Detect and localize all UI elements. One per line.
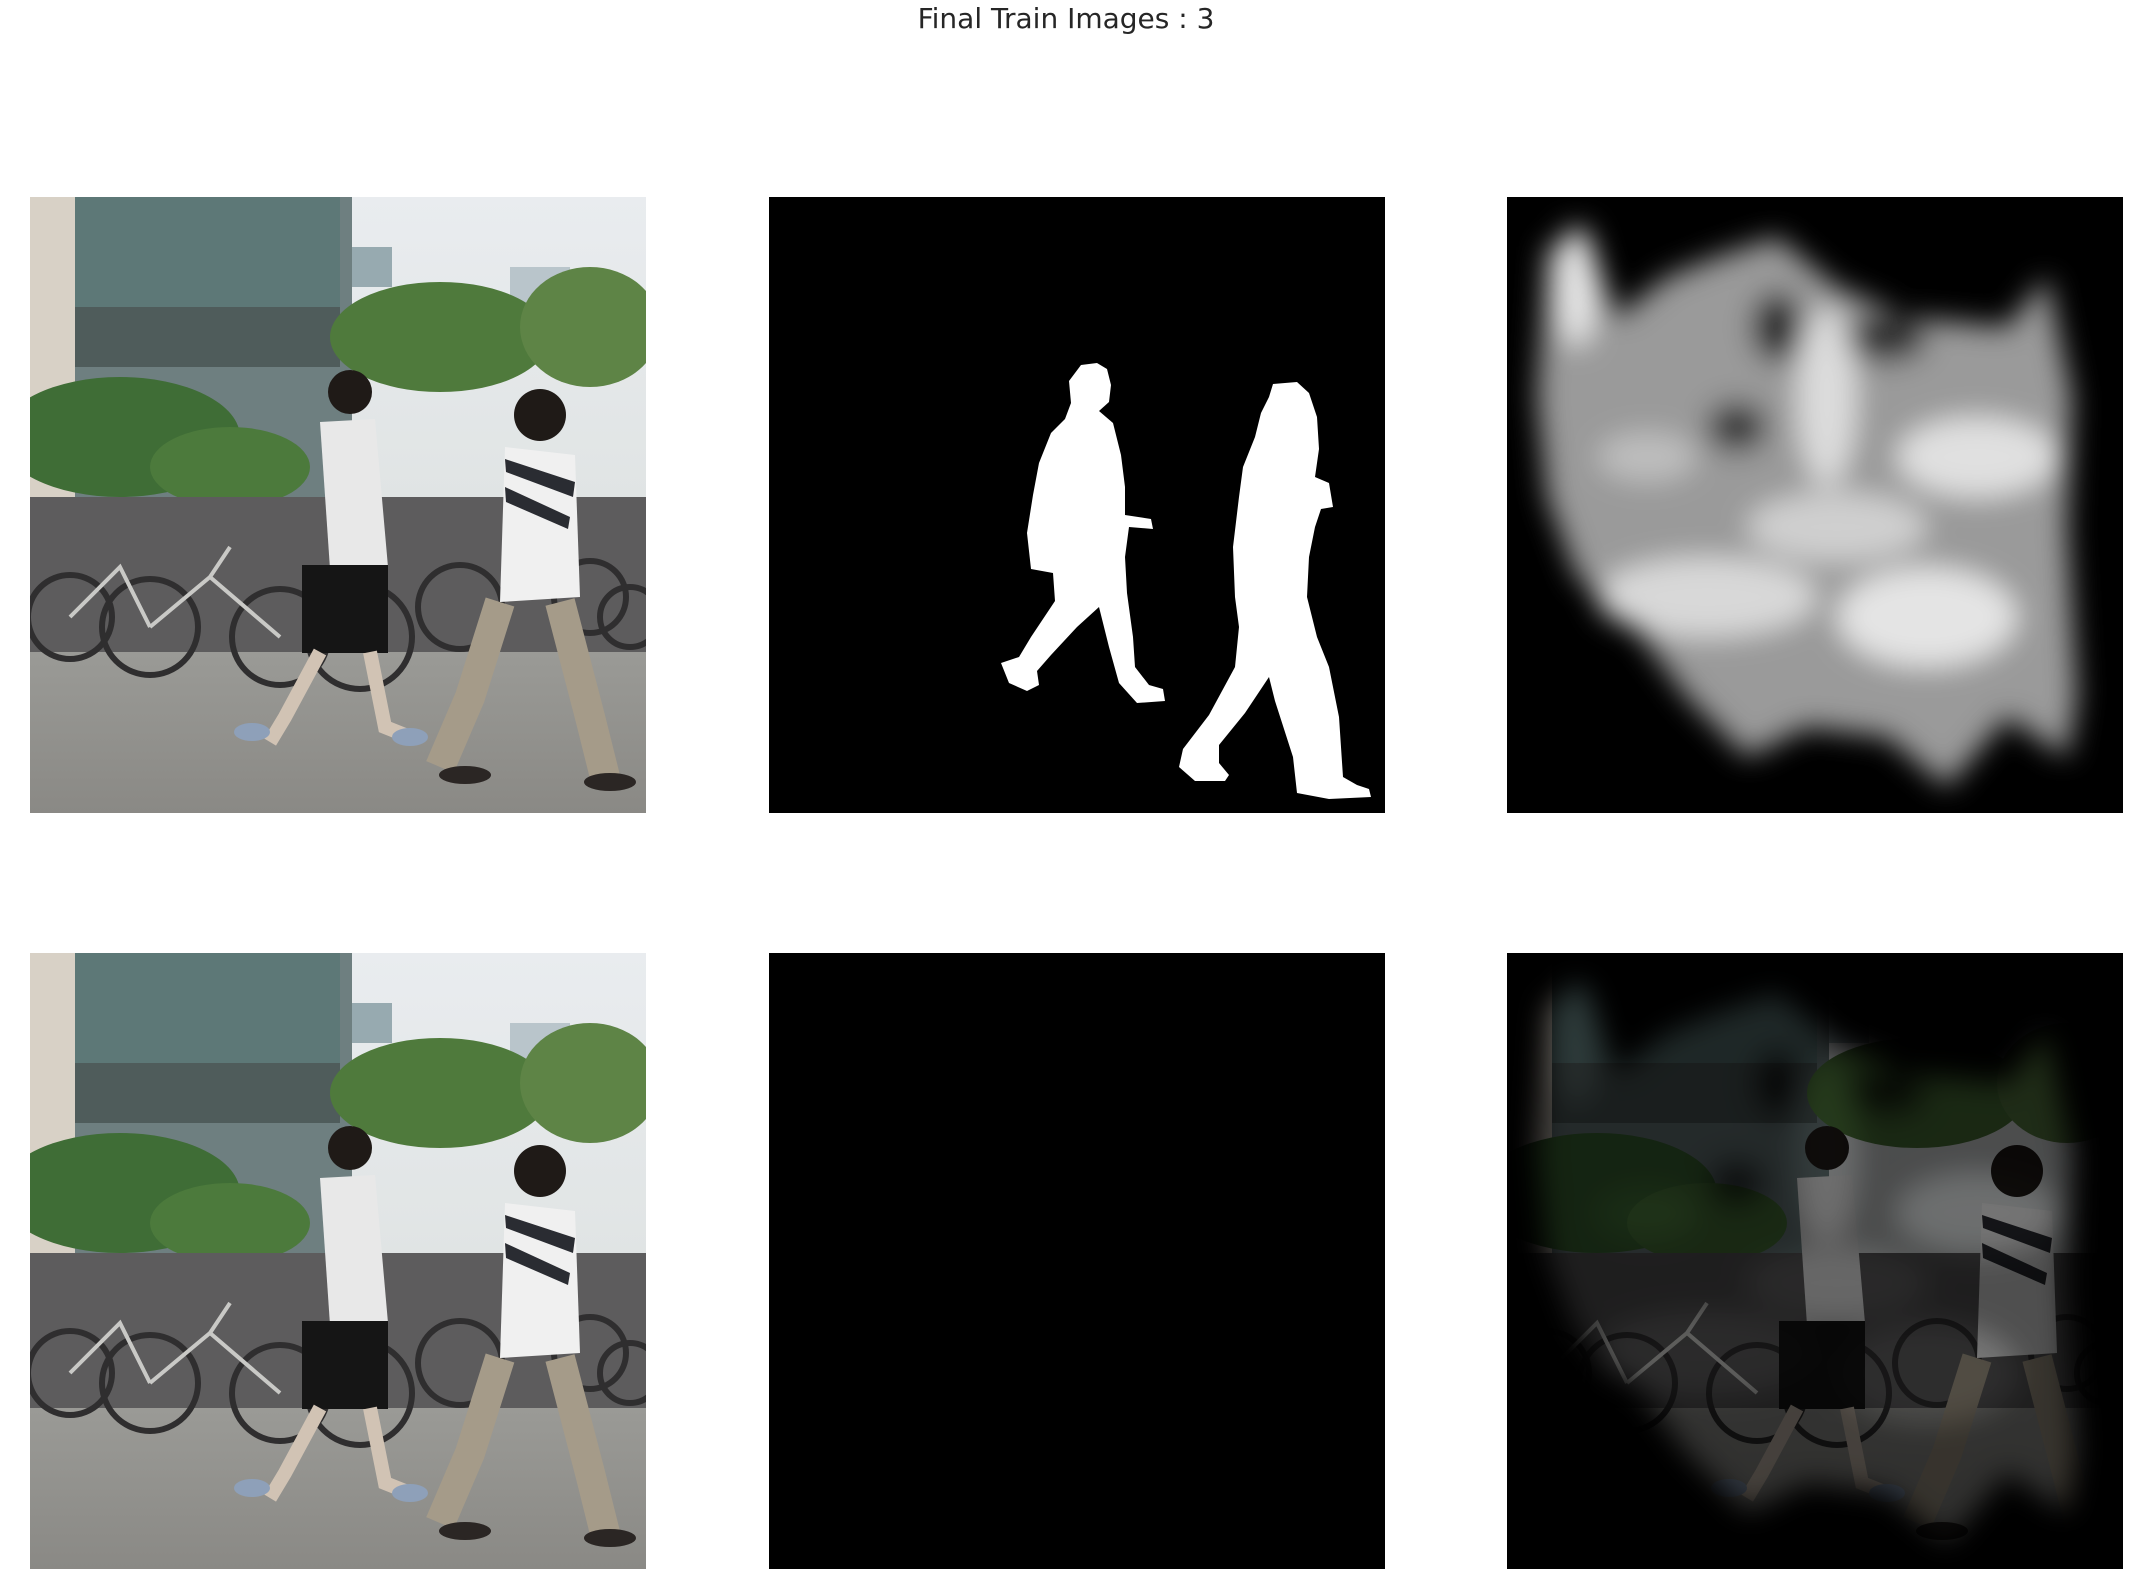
ground-truth-mask-panel	[769, 197, 1385, 813]
masked-photo-predicted	[1507, 953, 2123, 1569]
masked-image-predicted-panel	[1507, 953, 2123, 1569]
original-image-panel-bottom	[30, 953, 646, 1569]
predicted-mask	[1507, 197, 2123, 813]
masked-photo-ground-truth	[769, 953, 1385, 1569]
original-photo	[30, 197, 646, 813]
original-image-panel-top	[30, 197, 646, 813]
figure-title: Final Train Images : 3	[917, 2, 1215, 35]
original-photo	[30, 953, 646, 1569]
masked-image-ground-truth-panel	[769, 953, 1385, 1569]
predicted-mask-panel	[1507, 197, 2123, 813]
ground-truth-mask	[769, 197, 1385, 813]
